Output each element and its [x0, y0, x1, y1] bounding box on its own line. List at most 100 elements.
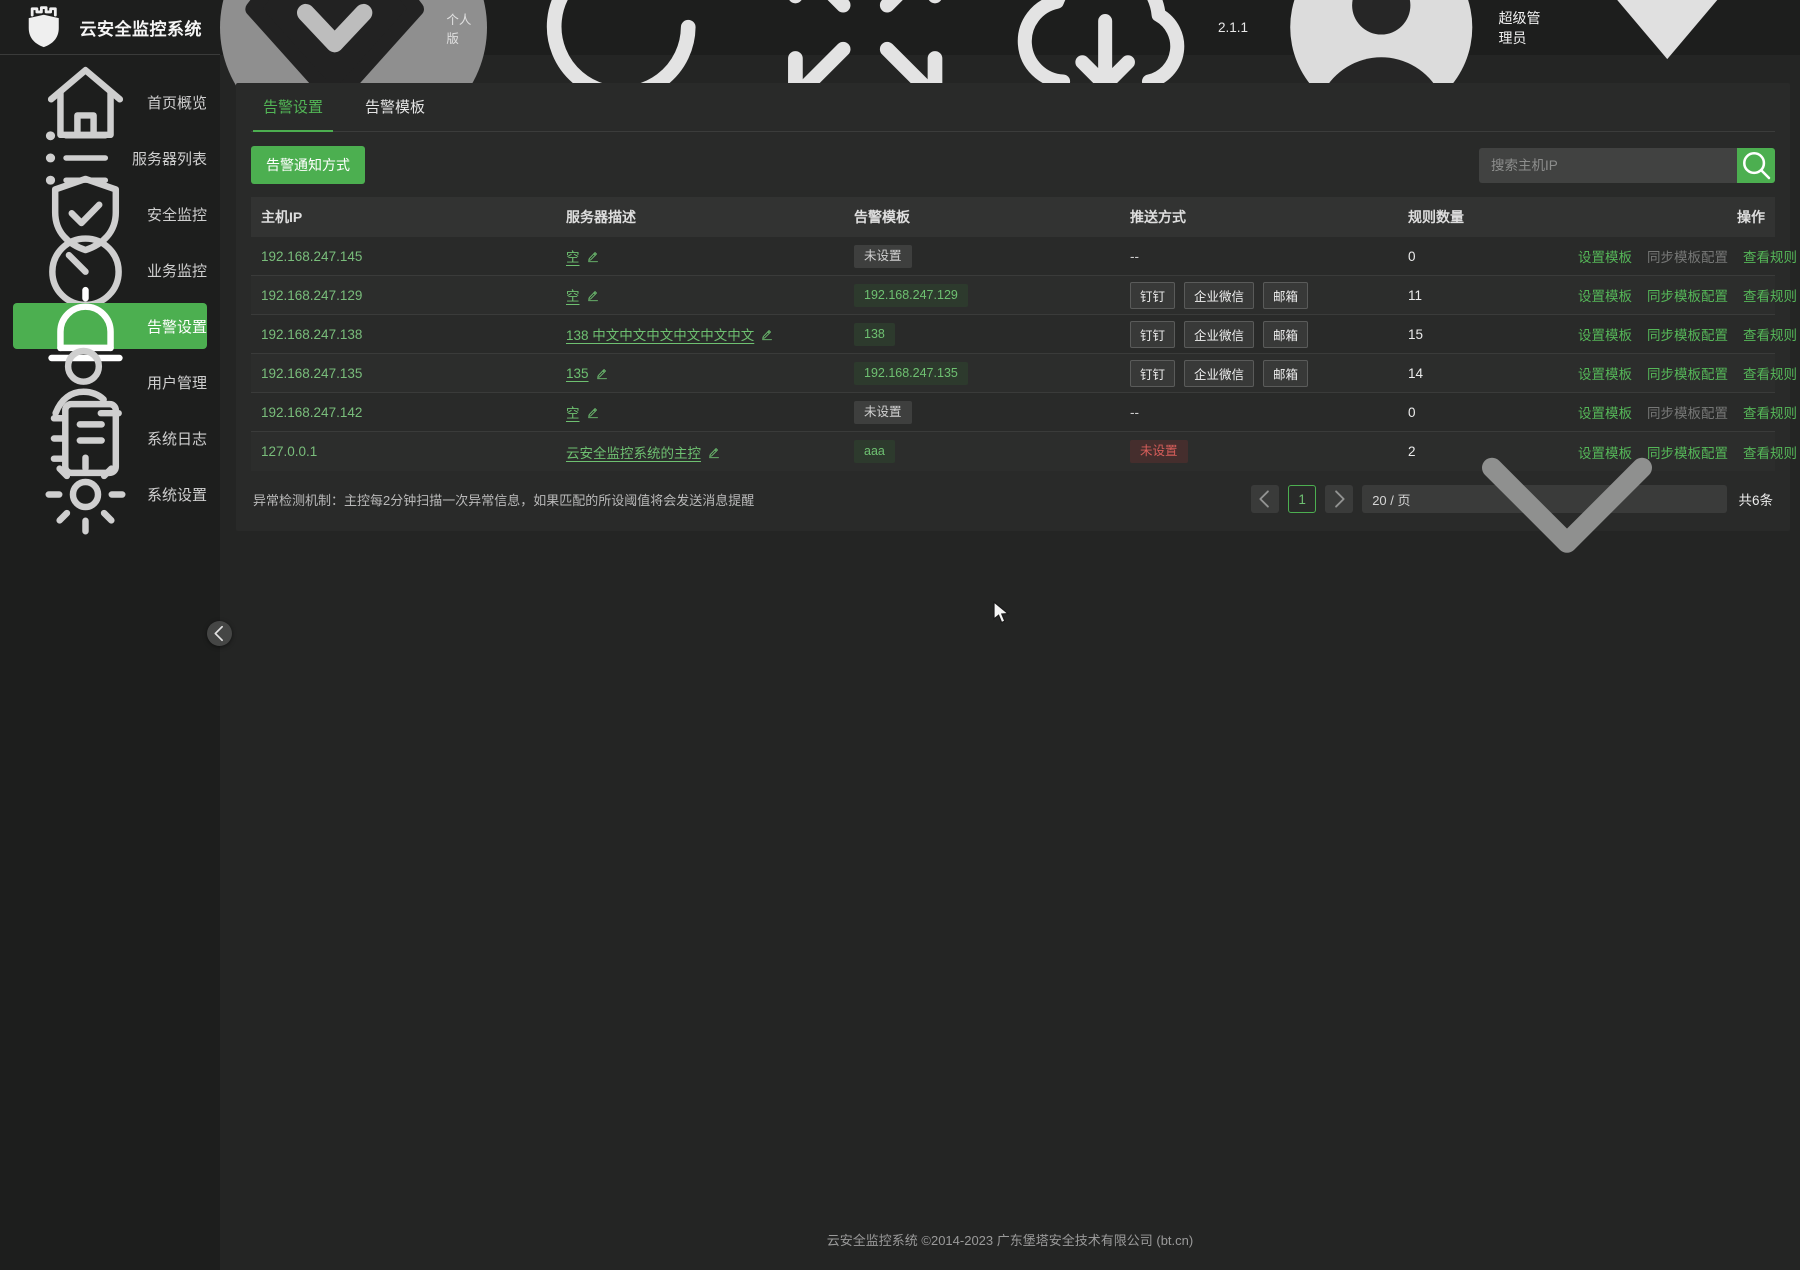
push-empty: -- [1130, 249, 1139, 264]
edit-pencil-icon [760, 327, 774, 341]
col-host-ip: 主机IP [261, 207, 566, 227]
host-ip: 192.168.247.135 [261, 366, 566, 381]
template-badge: 138 [854, 323, 895, 346]
app-logo: 云安全监控系统 [0, 0, 220, 55]
server-desc: 138 中文中文中文中文中文中文 [566, 324, 754, 344]
push-unset-badge: 未设置 [1130, 440, 1188, 463]
server-desc: 135 [566, 366, 589, 381]
sidebar: 云安全监控系统 首页概览服务器列表安全监控业务监控告警设置用户管理系统日志系统设… [0, 0, 220, 1270]
col-server-desc: 服务器描述 [566, 207, 854, 227]
page-size-select[interactable]: 20 / 页 [1362, 485, 1727, 513]
host-ip: 192.168.247.138 [261, 327, 566, 342]
main-column: 个人版 2.1.1 超级管理员 告警设置 告警模板 告警通知方 [220, 0, 1800, 1270]
search-button[interactable] [1737, 148, 1775, 183]
push-method-tag: 钉钉 [1130, 321, 1175, 348]
push-method-tag: 企业微信 [1184, 321, 1254, 348]
mouse-cursor [992, 601, 1014, 625]
edit-pencil-icon [586, 249, 600, 263]
col-push-method: 推送方式 [1130, 207, 1408, 227]
col-rule-count: 规则数量 [1408, 207, 1578, 227]
template-badge: 192.168.247.129 [854, 284, 968, 307]
rule-count: 15 [1408, 327, 1578, 342]
edition-label: 个人版 [446, 9, 474, 47]
sidebar-item-gear[interactable]: 系统设置 [13, 471, 207, 517]
tabs: 告警设置 告警模板 [251, 83, 1775, 132]
action-view-rules[interactable]: 查看规则 [1743, 363, 1797, 383]
server-desc: 云安全监控系统的主控 [566, 442, 701, 462]
copyright: 云安全监控系统 ©2014-2023 广东堡塔安全技术有限公司 (bt.cn) [220, 1230, 1800, 1270]
push-method-tag: 钉钉 [1130, 282, 1175, 309]
col-operations: 操作 [1578, 207, 1765, 227]
search-group [1479, 148, 1775, 183]
push-method-tag: 邮箱 [1263, 282, 1308, 309]
edit-pencil-icon [707, 445, 721, 459]
sidebar-collapse-button[interactable] [207, 621, 232, 646]
total-count: 共6条 [1738, 489, 1773, 509]
server-desc-edit-link[interactable]: 135 [566, 366, 609, 381]
search-input[interactable] [1479, 148, 1737, 183]
template-badge: 未设置 [854, 401, 912, 424]
detection-note: 异常检测机制：主控每2分钟扫描一次异常信息，如果匹配的所设阈值将会发送消息提醒 [253, 490, 754, 509]
app-title: 云安全监控系统 [80, 15, 203, 40]
alert-notify-method-button[interactable]: 告警通知方式 [251, 146, 365, 184]
server-desc-edit-link[interactable]: 云安全监控系统的主控 [566, 442, 721, 462]
action-view-rules[interactable]: 查看规则 [1743, 246, 1797, 266]
tab-alert-settings[interactable]: 告警设置 [253, 83, 333, 132]
action-view-rules[interactable]: 查看规则 [1743, 324, 1797, 344]
table-footer: 异常检测机制：主控每2分钟扫描一次异常信息，如果匹配的所设阈值将会发送消息提醒 … [251, 471, 1775, 529]
server-desc-edit-link[interactable]: 空 [566, 246, 600, 266]
pagination: 1 20 / 页 共6条 [1251, 485, 1773, 513]
template-badge: 192.168.247.135 [854, 362, 968, 385]
prev-page-button[interactable] [1251, 485, 1279, 513]
alert-settings-panel: 告警设置 告警模板 告警通知方式 主机IP 服务器描述 [236, 83, 1790, 531]
version-label: 2.1.1 [1218, 20, 1248, 35]
username-label: 超级管理员 [1499, 8, 1550, 48]
sidebar-item-label: 系统设置 [147, 484, 207, 505]
host-ip: 127.0.0.1 [261, 444, 566, 459]
server-desc-edit-link[interactable]: 空 [566, 402, 600, 422]
table-header-row: 主机IP 服务器描述 告警模板 推送方式 规则数量 操作 [251, 197, 1775, 237]
table-row: 192.168.247.129空192.168.247.129钉钉企业微信邮箱1… [251, 276, 1775, 315]
server-desc: 空 [566, 246, 580, 266]
server-desc: 空 [566, 285, 580, 305]
sidebar-item-label: 业务监控 [147, 260, 207, 281]
action-set-template[interactable]: 设置模板 [1578, 246, 1632, 266]
push-method-tag: 钉钉 [1130, 360, 1175, 387]
action-view-rules[interactable]: 查看规则 [1743, 442, 1797, 462]
search-icon [1737, 146, 1775, 184]
action-set-template[interactable]: 设置模板 [1578, 285, 1632, 305]
action-sync-template-config: 同步模板配置 [1647, 246, 1728, 266]
edit-pencil-icon [595, 366, 609, 380]
push-method-tag: 邮箱 [1263, 321, 1308, 348]
col-alert-template: 告警模板 [854, 207, 1130, 227]
next-page-button[interactable] [1325, 485, 1353, 513]
host-ip: 192.168.247.145 [261, 249, 566, 264]
push-empty: -- [1130, 405, 1139, 420]
server-desc-edit-link[interactable]: 空 [566, 285, 600, 305]
push-method-tag: 企业微信 [1184, 360, 1254, 387]
host-ip: 192.168.247.129 [261, 288, 566, 303]
sidebar-nav: 首页概览服务器列表安全监控业务监控告警设置用户管理系统日志系统设置 [0, 55, 220, 517]
rule-count: 11 [1408, 288, 1578, 303]
page-number-button[interactable]: 1 [1288, 485, 1316, 513]
template-badge: aaa [854, 440, 895, 463]
action-sync-template-config[interactable]: 同步模板配置 [1647, 285, 1728, 305]
page-size-value: 20 / 页 [1372, 490, 1410, 509]
sidebar-item-label: 系统日志 [147, 428, 207, 449]
table-row: 192.168.247.145空未设置--0设置模板同步模板配置查看规则 [251, 237, 1775, 276]
action-view-rules[interactable]: 查看规则 [1743, 402, 1797, 422]
edit-pencil-icon [586, 288, 600, 302]
action-set-template[interactable]: 设置模板 [1578, 324, 1632, 344]
template-badge: 未设置 [854, 245, 912, 268]
action-sync-template-config[interactable]: 同步模板配置 [1647, 324, 1728, 344]
sidebar-item-label: 首页概览 [147, 92, 207, 113]
server-desc-edit-link[interactable]: 138 中文中文中文中文中文中文 [566, 324, 774, 344]
push-method-tag: 邮箱 [1263, 360, 1308, 387]
server-desc: 空 [566, 402, 580, 422]
content-area: 告警设置 告警模板 告警通知方式 主机IP 服务器描述 [220, 55, 1800, 1230]
edit-pencil-icon [586, 405, 600, 419]
tab-alert-templates[interactable]: 告警模板 [355, 83, 435, 132]
action-view-rules[interactable]: 查看规则 [1743, 285, 1797, 305]
sidebar-item-label: 用户管理 [147, 372, 207, 393]
app-root: 云安全监控系统 首页概览服务器列表安全监控业务监控告警设置用户管理系统日志系统设… [0, 0, 1800, 1270]
